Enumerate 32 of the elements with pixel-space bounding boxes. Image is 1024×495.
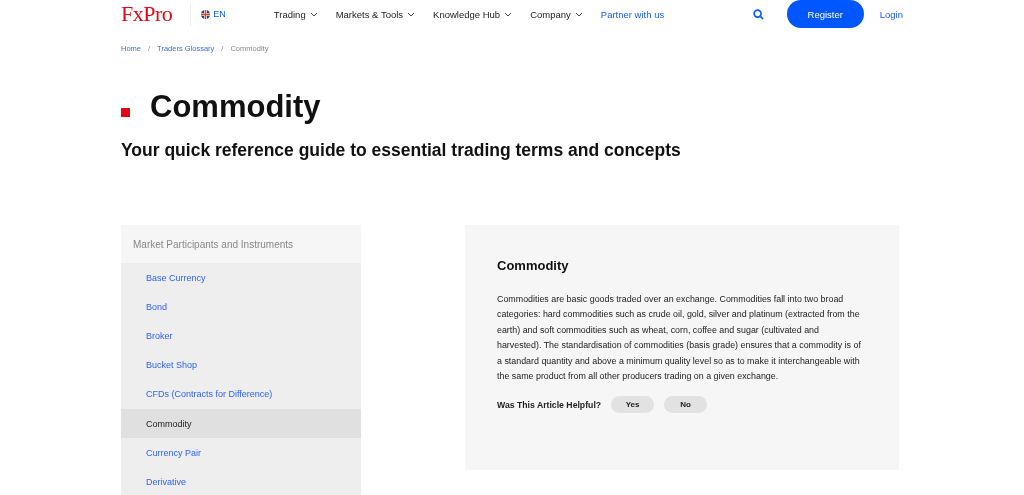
nav-menu[interactable]: Company [530, 8, 583, 20]
search-icon[interactable] [752, 8, 764, 20]
sidebar-item[interactable]: Base Currency [121, 263, 361, 293]
sidebar-item[interactable]: Bucket Shop [121, 350, 361, 380]
nav-menu[interactable]: Knowledge Hub [433, 8, 513, 20]
sidebar-item[interactable]: Derivative [121, 467, 361, 495]
chevron-down-icon [574, 11, 583, 17]
feedback-button[interactable]: No [664, 396, 708, 414]
chevron-down-icon [407, 11, 416, 17]
title-marker [121, 107, 130, 117]
language-selector[interactable]: EN [190, 2, 226, 26]
flag-icon [201, 9, 211, 19]
sidebar-item[interactable]: CFDs (Contracts for Difference) [121, 379, 361, 409]
chevron-down-icon [504, 11, 513, 17]
register-button[interactable]: Register [786, 0, 864, 28]
sidebar-heading: Market Participants and Instruments [121, 225, 361, 263]
sidebar-item[interactable]: Currency Pair [121, 438, 361, 468]
page-title: Commodity [150, 89, 321, 125]
login-link[interactable]: Login [879, 8, 903, 20]
feedback-question: Was This Article Helpful? [497, 399, 602, 410]
chevron-down-icon [309, 11, 318, 17]
article-title: Commodity [497, 258, 570, 273]
sidebar-item[interactable]: Broker [121, 321, 361, 351]
sidebar-item[interactable]: Bond [121, 292, 361, 322]
nav-menu[interactable]: Trading [273, 8, 318, 20]
sidebar-item[interactable]: Commodity [121, 408, 361, 439]
article-body: Commodities are basic goods traded over an exchange. Commodities fall into two broad categories: hard commodities such as crude oil, gold, silver and platinum (extracted from the earth) and soft commodities such as wheat, corn, coffee and sugar (cultivated and harvested). The standardisation of commodities (basis grade) ensures that a commodity is of a standard quantity and above a minimum quality level so as to make it interchangeable with the same product from all other producers trading on a given exchange. [497, 293, 862, 384]
logo[interactable]: FxPro [121, 1, 173, 27]
feedback-button[interactable]: Yes [611, 396, 655, 414]
nav-menu[interactable]: Markets & Tools [335, 8, 416, 20]
nav-link[interactable]: Partner with us [600, 8, 665, 20]
page-subtitle: Your quick reference guide to essential trading terms and concepts [121, 140, 682, 161]
